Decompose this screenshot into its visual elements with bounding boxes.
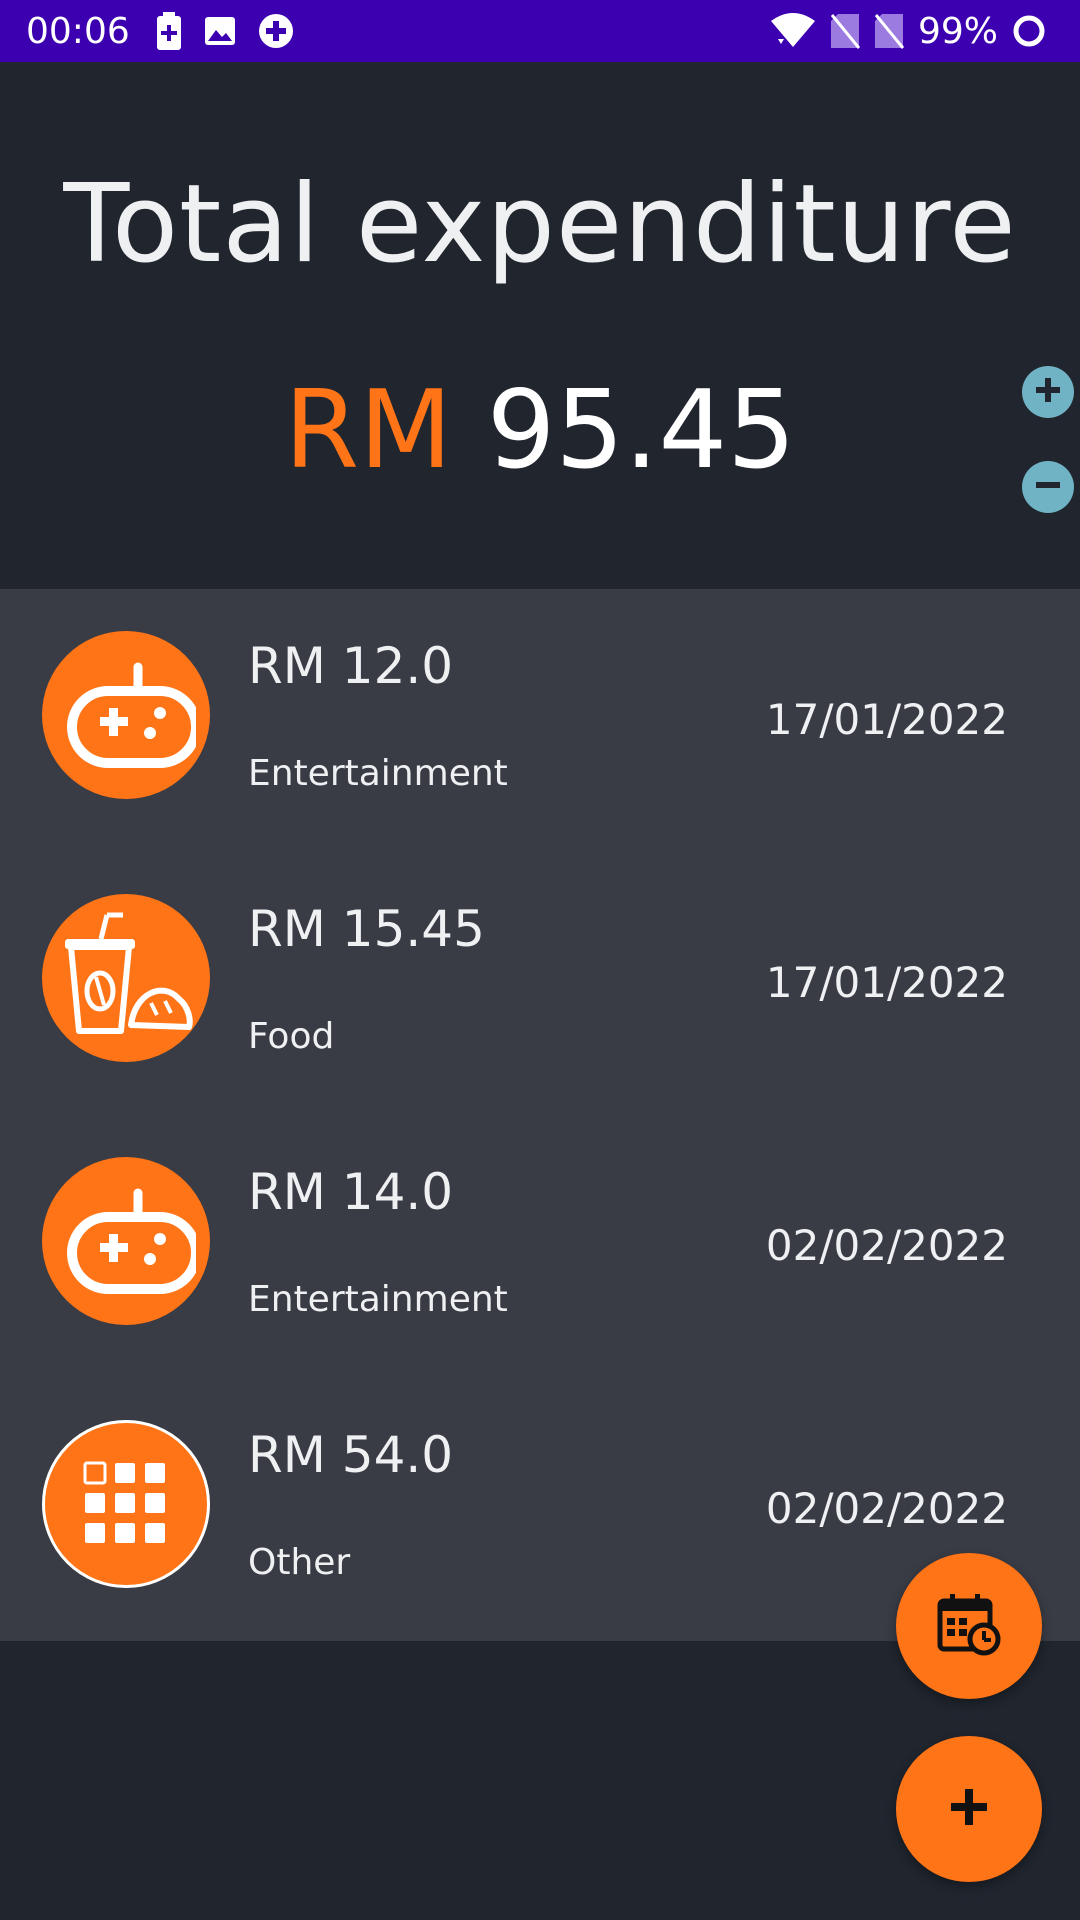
total-amount: 95.45 — [486, 368, 796, 493]
expense-date: 17/01/2022 — [765, 695, 1008, 744]
food-icon — [42, 894, 210, 1062]
decrease-button[interactable] — [1022, 461, 1074, 513]
expense-category: Entertainment — [248, 753, 508, 794]
expense-list[interactable]: RM 12.0 Entertainment 17/01/2022 RM 15.4… — [0, 589, 1080, 1641]
page-title: Total expenditure — [63, 162, 1017, 287]
expense-amount: RM 54.0 — [248, 1426, 454, 1484]
status-bar-right: 99% — [770, 11, 1060, 52]
expense-list-item[interactable]: RM 14.0 Entertainment 02/02/2022 — [0, 1115, 1080, 1378]
add-expense-button[interactable] — [896, 1736, 1042, 1882]
total-expenditure: RM 95.45 — [0, 368, 1080, 493]
expense-date: 17/01/2022 — [765, 958, 1008, 1007]
expense-amount: RM 15.45 — [248, 900, 485, 958]
expense-category: Food — [248, 1016, 335, 1057]
battery-saver-icon — [156, 12, 182, 50]
expense-date: 02/02/2022 — [765, 1484, 1008, 1533]
plus-icon — [949, 1787, 989, 1831]
plus-circle-icon — [258, 13, 294, 49]
grid-apps-icon — [42, 1420, 210, 1588]
wifi-icon — [770, 13, 816, 49]
calendar-clock-icon — [936, 1591, 1002, 1661]
expense-category: Other — [248, 1542, 351, 1583]
expense-amount: RM 12.0 — [248, 637, 454, 695]
gamepad-icon — [42, 1157, 210, 1325]
expense-list-item[interactable]: RM 15.45 Food 17/01/2022 — [0, 852, 1080, 1115]
gamepad-icon — [42, 631, 210, 799]
no-sim-icon — [830, 13, 860, 49]
battery-ring-icon — [1012, 14, 1046, 48]
summary-header: Total expenditure RM 95.45 — [0, 62, 1080, 589]
minus-icon — [1033, 470, 1063, 504]
image-icon — [204, 16, 236, 46]
no-sim-icon — [874, 13, 904, 49]
increase-button[interactable] — [1022, 366, 1074, 418]
plus-icon — [1033, 375, 1063, 409]
battery-percent: 99% — [917, 10, 998, 52]
status-bar-left: 00:06 — [26, 11, 316, 52]
calendar-filter-button[interactable] — [896, 1553, 1042, 1699]
status-bar: 00:06 99% — [0, 0, 1080, 62]
expense-category: Entertainment — [248, 1279, 508, 1320]
expense-list-item[interactable]: RM 12.0 Entertainment 17/01/2022 — [0, 589, 1080, 852]
status-time: 00:06 — [26, 10, 130, 52]
expense-amount: RM 14.0 — [248, 1163, 454, 1221]
total-currency: RM — [284, 368, 453, 493]
expense-date: 02/02/2022 — [765, 1221, 1008, 1270]
